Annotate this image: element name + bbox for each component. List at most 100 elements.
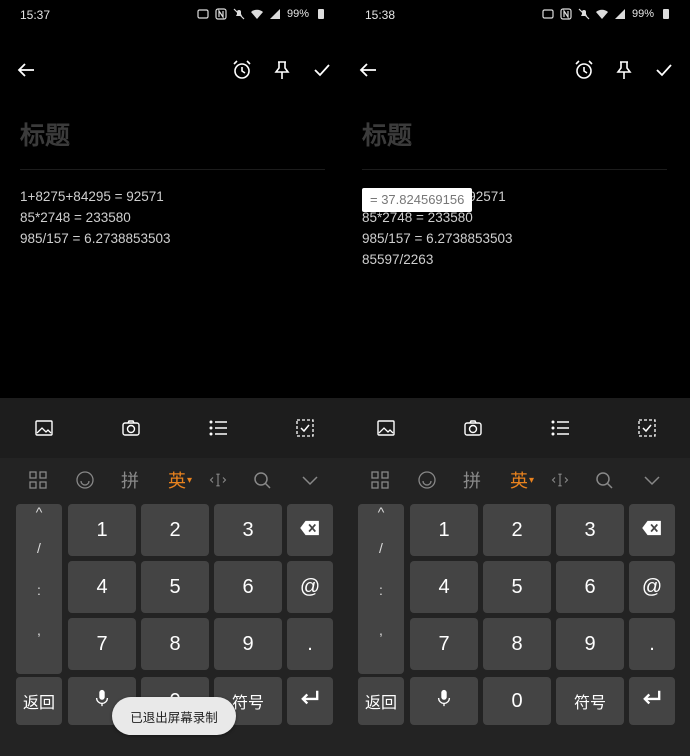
dot-key[interactable]: . — [287, 618, 333, 670]
pinyin-key[interactable]: 拼 — [118, 469, 142, 491]
enter-key[interactable] — [287, 677, 333, 725]
back-arrow-icon[interactable] — [356, 58, 380, 82]
search-icon[interactable] — [252, 469, 272, 491]
wifi-icon — [595, 8, 608, 20]
image-icon[interactable] — [376, 418, 396, 438]
grid-icon[interactable] — [28, 469, 48, 491]
mic-icon — [93, 689, 111, 713]
backspace-icon — [641, 519, 663, 542]
key-2[interactable]: 2 — [483, 504, 551, 556]
app-bar — [345, 48, 690, 92]
mute-icon — [233, 8, 245, 20]
back-key[interactable]: 返回 — [16, 677, 62, 725]
key-8[interactable]: 8 — [483, 618, 551, 670]
ime-bar: 拼 英 ▾ — [345, 458, 690, 502]
emoji-icon[interactable] — [75, 469, 95, 491]
grid-icon[interactable] — [370, 469, 390, 491]
note-title-field[interactable]: 标题 — [20, 116, 325, 170]
check-icon[interactable] — [310, 58, 334, 82]
emoji-icon[interactable] — [417, 469, 437, 491]
key-2[interactable]: 2 — [141, 504, 209, 556]
language-toggle[interactable]: 英 ▾ — [163, 469, 197, 491]
battery-percent: 99% — [631, 8, 654, 20]
key-3[interactable]: 3 — [214, 504, 282, 556]
note-line: 985/157 = 6.2738853503 — [20, 231, 171, 246]
key-1[interactable]: 1 — [68, 504, 136, 556]
chevron-down-icon[interactable] — [300, 469, 320, 491]
status-bar: 15:38 99% — [345, 0, 690, 32]
checkbox-icon[interactable] — [637, 418, 657, 438]
side-key[interactable]: , — [358, 622, 404, 638]
camera-icon[interactable] — [463, 418, 483, 438]
alarm-icon[interactable] — [230, 58, 254, 82]
backspace-key[interactable] — [629, 504, 675, 556]
note-title-field[interactable]: 标题 — [362, 116, 667, 170]
key-0[interactable]: 0 — [483, 677, 551, 725]
key-4[interactable]: 4 — [410, 561, 478, 613]
keyboard: ^ / : , 1 2 3 4 5 6 @ 7 8 9 . 返回 0 符号 — [345, 502, 690, 756]
backspace-icon — [299, 519, 321, 542]
symbols-key[interactable]: 符号 — [556, 677, 624, 725]
at-key[interactable]: @ — [287, 561, 333, 613]
key-5[interactable]: 5 — [141, 561, 209, 613]
cursor-icon[interactable] — [206, 469, 230, 491]
status-icons: 99% — [542, 8, 672, 20]
language-label: 英 — [167, 471, 186, 491]
language-toggle[interactable]: 英 ▾ — [505, 469, 539, 491]
search-icon[interactable] — [594, 469, 614, 491]
key-4[interactable]: 4 — [68, 561, 136, 613]
pin-icon[interactable] — [612, 58, 636, 82]
mic-key[interactable] — [410, 677, 478, 725]
enter-icon — [641, 689, 663, 713]
key-7[interactable]: 7 — [68, 618, 136, 670]
image-icon[interactable] — [34, 418, 54, 438]
list-icon[interactable] — [550, 418, 570, 438]
back-key[interactable]: 返回 — [358, 677, 404, 725]
key-7[interactable]: 7 — [410, 618, 478, 670]
at-key[interactable]: @ — [629, 561, 675, 613]
checkbox-icon[interactable] — [295, 418, 315, 438]
dot-key[interactable]: . — [629, 618, 675, 670]
side-key[interactable]: : — [16, 582, 62, 598]
back-arrow-icon[interactable] — [14, 58, 38, 82]
side-key[interactable]: ^ — [358, 504, 404, 520]
chevron-down-icon[interactable] — [642, 469, 662, 491]
side-key[interactable]: / — [358, 540, 404, 556]
note-title: 标题 — [362, 122, 413, 150]
side-key[interactable]: : — [358, 582, 404, 598]
note-line: 85*2748 = 233580 — [20, 210, 131, 225]
app-notif-icon — [542, 8, 554, 20]
side-key[interactable]: / — [16, 540, 62, 556]
note-body[interactable]: 1+8275+84295 = 92571 85*2748 = 233580 98… — [20, 186, 330, 249]
status-icons: 99% — [197, 8, 327, 20]
check-icon[interactable] — [652, 58, 676, 82]
key-9[interactable]: 9 — [556, 618, 624, 670]
alarm-icon[interactable] — [572, 58, 596, 82]
key-1[interactable]: 1 — [410, 504, 478, 556]
key-9[interactable]: 9 — [214, 618, 282, 670]
key-6[interactable]: 6 — [214, 561, 282, 613]
enter-key[interactable] — [629, 677, 675, 725]
key-3[interactable]: 3 — [556, 504, 624, 556]
status-bar: 15:37 99% — [0, 0, 345, 32]
pin-icon[interactable] — [270, 58, 294, 82]
backspace-key[interactable] — [287, 504, 333, 556]
cursor-icon[interactable] — [548, 469, 572, 491]
side-symbol-column[interactable]: ^ / : , — [358, 504, 404, 674]
wifi-icon — [250, 8, 263, 20]
side-key[interactable]: , — [16, 622, 62, 638]
signal-icon — [614, 8, 626, 20]
list-icon[interactable] — [208, 418, 228, 438]
camera-icon[interactable] — [121, 418, 141, 438]
mic-icon — [435, 689, 453, 713]
key-6[interactable]: 6 — [556, 561, 624, 613]
pinyin-key[interactable]: 拼 — [460, 469, 484, 491]
key-5[interactable]: 5 — [483, 561, 551, 613]
ime-bar: 拼 英 ▾ — [0, 458, 345, 502]
mute-icon — [578, 8, 590, 20]
side-key[interactable]: ^ — [16, 504, 62, 520]
right-screen: 15:38 99% 标题 1+8275+84295 = 92571 85*274… — [345, 0, 690, 756]
calc-result-popup[interactable]: = 37.824569156 — [362, 188, 472, 212]
side-symbol-column[interactable]: ^ / : , — [16, 504, 62, 674]
key-8[interactable]: 8 — [141, 618, 209, 670]
